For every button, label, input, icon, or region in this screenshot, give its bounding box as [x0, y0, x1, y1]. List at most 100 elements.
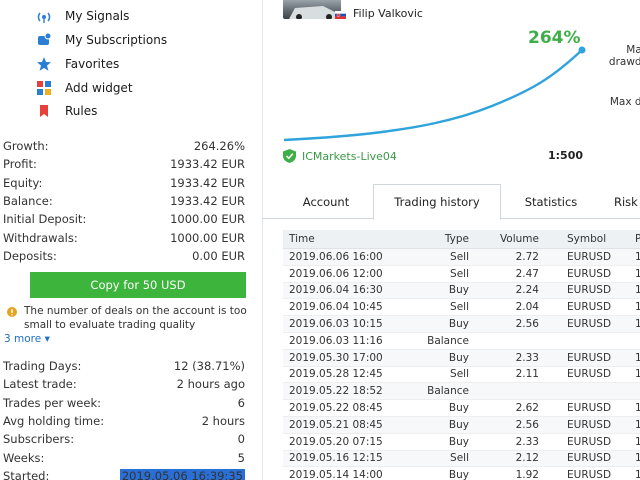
cell-volume: 2.47: [515, 267, 539, 280]
stat-value: 1933.42 EUR: [170, 175, 245, 190]
stat-latest-trade: Latest trade: 2 hours ago: [3, 375, 245, 393]
table-row[interactable]: 2019.05.21 08:45 Buy 2.56 EURUSD 1: [283, 416, 640, 434]
table-row[interactable]: 2019.06.04 10:45 Sell 2.04 EURUSD 1: [283, 299, 640, 317]
stat-label: Trades per week:: [3, 395, 101, 410]
cell-time: 2019.05.22 08:45: [289, 402, 383, 415]
stat-label: Initial Deposit:: [3, 212, 87, 227]
column-header-price[interactable]: P: [607, 233, 640, 245]
table-row[interactable]: 2019.06.06 12:00 Sell 2.47 EURUSD 1: [283, 266, 640, 283]
cell-time: 2019.06.04 10:45: [289, 301, 383, 314]
menu-label: Rules: [65, 104, 98, 118]
stat-trading-days: Trading Days: 12 (38.71%): [3, 357, 245, 375]
menu-item-favorites[interactable]: Favorites: [36, 55, 119, 73]
menu-item-my-subscriptions[interactable]: My Subscriptions: [36, 31, 167, 49]
menu-item-rules[interactable]: Rules: [36, 102, 97, 120]
menu-item-my-signals[interactable]: My Signals: [36, 7, 129, 25]
table-body: 2019.06.06 16:00 Sell 2.72 EURUSD 1 2019.06.0…: [283, 249, 640, 480]
cell-symbol: EURUSD: [567, 368, 612, 381]
column-header-time[interactable]: Time: [283, 233, 403, 245]
stat-label: Profit:: [3, 157, 37, 172]
broker-info[interactable]: ICMarkets-Live04: [283, 148, 397, 164]
cell-symbol: EURUSD: [567, 250, 612, 263]
stat-label: Latest trade:: [3, 377, 77, 392]
cell-time: 2019.05.20 07:15: [289, 435, 383, 448]
trading-stats: Trading Days: 12 (38.71%) Latest trade: 2 …: [3, 357, 245, 480]
growth-end-point: [578, 46, 586, 54]
cell-symbol: EURUSD: [567, 418, 612, 431]
cell-type: Buy: [448, 318, 469, 331]
stat-value: 1000.00 EUR: [170, 212, 245, 227]
trader-avatar[interactable]: [283, 0, 341, 19]
cell-price: 1: [635, 418, 640, 431]
table-row[interactable]: 2019.05.22 08:45 Buy 2.62 EURUSD 1: [283, 400, 640, 417]
stat-deposits: Deposits: 0.00 EUR: [3, 247, 245, 265]
stat-profit: Profit: 1933.42 EUR: [3, 155, 245, 173]
stat-value: 0.00 EUR: [192, 248, 245, 263]
cell-volume: 2.12: [515, 452, 539, 465]
cell-type: Buy: [448, 284, 469, 297]
cell-symbol: EURUSD: [567, 435, 612, 448]
side-label: Max: [626, 44, 640, 56]
tab-risks[interactable]: Risk: [614, 184, 640, 219]
cell-volume: 2.56: [515, 418, 539, 431]
table-header: Time Type Volume Symbol P: [283, 230, 640, 249]
tab-trading-history[interactable]: Trading history: [373, 184, 501, 220]
table-row[interactable]: 2019.05.30 17:00 Buy 2.33 EURUSD 1: [283, 349, 640, 367]
bookmark-icon: [36, 103, 52, 119]
tab-bar: Account Trading history Statistics Risk: [262, 184, 640, 220]
cell-price: 1: [635, 469, 640, 480]
cell-price: 1: [635, 435, 640, 448]
stat-label: Avg holding time:: [3, 414, 105, 429]
cell-type: Buy: [448, 351, 469, 364]
leverage-value: 1:500: [548, 149, 584, 162]
stat-label: Growth:: [3, 139, 49, 154]
column-header-symbol[interactable]: Symbol: [539, 233, 607, 245]
table-row[interactable]: 2019.06.06 16:00 Sell 2.72 EURUSD 1: [283, 249, 640, 266]
column-header-type[interactable]: Type: [403, 233, 469, 245]
stat-label: Weeks:: [3, 450, 45, 465]
cell-volume: 2.24: [515, 284, 539, 297]
cell-price: 1: [635, 284, 640, 297]
table-row[interactable]: 2019.05.20 07:15 Buy 2.33 EURUSD 1: [283, 434, 640, 451]
table-row[interactable]: 2019.06.03 11:16 Balance: [283, 333, 640, 350]
table-row[interactable]: 2019.05.22 18:52 Balance: [283, 383, 640, 401]
cell-volume: 2.11: [515, 368, 539, 381]
cell-type: Sell: [450, 301, 469, 314]
table-row[interactable]: 2019.06.03 10:15 Buy 2.56 EURUSD 1: [283, 316, 640, 333]
stat-value: 264.26%: [193, 139, 245, 154]
stat-balance: Balance: 1933.42 EUR: [3, 192, 245, 210]
cell-volume: 2.62: [515, 402, 539, 415]
shield-check-icon: [283, 149, 296, 163]
stat-weeks: Weeks: 5: [3, 448, 245, 466]
menu-label: Favorites: [65, 57, 120, 71]
stat-label: Subscribers:: [3, 432, 75, 447]
stat-label: Withdrawals:: [3, 230, 78, 245]
tab-statistics[interactable]: Statistics: [507, 184, 595, 219]
trader-name[interactable]: Filip Valkovic: [353, 7, 423, 20]
cell-time: 2019.05.22 18:52: [289, 385, 383, 398]
cell-type: Balance: [427, 334, 469, 347]
column-header-volume[interactable]: Volume: [469, 233, 539, 245]
cell-symbol: EURUSD: [567, 318, 612, 331]
star-icon: [36, 56, 52, 72]
cell-price: 1: [635, 301, 640, 314]
cell-price: 1: [635, 402, 640, 415]
copy-signal-button[interactable]: Copy for 50 USD: [30, 272, 246, 298]
more-link[interactable]: 3 more ▾: [4, 333, 50, 345]
tab-account[interactable]: Account: [284, 184, 368, 219]
slovakia-flag-icon: [334, 9, 347, 19]
table-row[interactable]: 2019.06.04 16:30 Buy 2.24 EURUSD 1: [283, 282, 640, 300]
stat-value-selected[interactable]: 2019.05.06 16:39:35: [119, 468, 245, 480]
menu-item-add-widget[interactable]: Add widget: [36, 79, 133, 97]
widget-icon: [36, 80, 52, 96]
stat-equity: Equity: 1933.42 EUR: [3, 174, 245, 192]
table-row[interactable]: 2019.05.28 12:45 Sell 2.11 EURUSD 1: [283, 367, 640, 384]
table-row[interactable]: 2019.05.14 14:00 Buy 1.92 EURUSD 1: [283, 467, 640, 480]
cell-type: Sell: [450, 452, 469, 465]
cell-volume: 2.04: [515, 301, 539, 314]
cell-price: 1: [635, 351, 640, 364]
table-row[interactable]: 2019.05.16 12:15 Sell 2.12 EURUSD 1: [283, 450, 640, 468]
stat-label: Balance:: [3, 194, 53, 209]
cell-type: Buy: [448, 418, 469, 431]
cell-type: Balance: [427, 385, 469, 398]
